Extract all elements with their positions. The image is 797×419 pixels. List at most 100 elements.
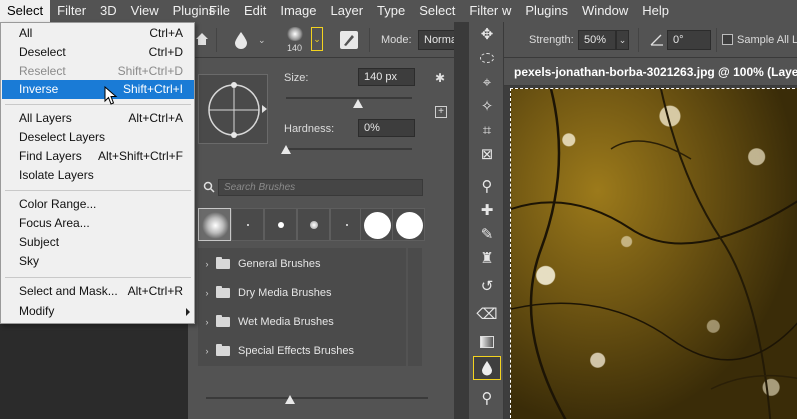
menu-select[interactable]: Select bbox=[412, 0, 462, 22]
menu-layer[interactable]: Layer bbox=[324, 0, 371, 22]
clone-stamp-icon[interactable]: ♜ bbox=[473, 246, 501, 270]
sample-all-layers-checkbox[interactable] bbox=[722, 34, 733, 45]
sample-all-layers-label: Sample All La bbox=[737, 34, 797, 46]
frame-icon[interactable]: ⊠ bbox=[473, 142, 501, 166]
menu-item-inverse[interactable]: Inverse Shift+Ctrl+I bbox=[2, 80, 194, 99]
brush-swatch[interactable] bbox=[392, 208, 425, 241]
menu-select-open[interactable]: Select bbox=[0, 0, 51, 22]
menu-filter[interactable]: Filter bbox=[50, 0, 93, 22]
dodge-icon[interactable]: ⚲ bbox=[473, 386, 501, 410]
menu-help[interactable]: Help bbox=[635, 0, 676, 22]
menu-item-label: Deselect Layers bbox=[19, 130, 106, 144]
hardness-label: Hardness: bbox=[284, 123, 335, 135]
brush-swatch[interactable] bbox=[264, 208, 297, 241]
tiny-brush-icon bbox=[346, 224, 348, 226]
home-icon[interactable] bbox=[194, 31, 210, 47]
brush-swatch[interactable] bbox=[297, 208, 330, 241]
preview-size-slider-knob[interactable] bbox=[285, 395, 296, 404]
menu-item-deselect-layers[interactable]: Deselect Layers bbox=[2, 128, 194, 147]
menu-image[interactable]: Image bbox=[273, 0, 323, 22]
menu-item-label: All bbox=[19, 26, 33, 40]
chevron-right-icon[interactable]: › bbox=[198, 346, 216, 356]
history-brush-icon[interactable]: ↺ bbox=[473, 274, 501, 298]
menu-item-all[interactable]: All Ctrl+A bbox=[2, 24, 194, 43]
crop-icon[interactable]: ⌗ bbox=[473, 118, 501, 142]
brush-picker-toggle[interactable]: ⌄ bbox=[311, 27, 323, 51]
size-field[interactable]: 140 px bbox=[358, 68, 415, 86]
marquee-icon[interactable] bbox=[473, 46, 501, 70]
canvas-area[interactable] bbox=[504, 86, 797, 419]
blur-icon[interactable] bbox=[473, 356, 501, 380]
strength-field[interactable]: 50% bbox=[578, 30, 616, 50]
brush-preset-panel: Size: 140 px ✱ + Hardness: 0% Search Bru… bbox=[188, 58, 454, 419]
angle-icon bbox=[650, 32, 664, 46]
menu-plugins[interactable]: Plugins bbox=[518, 0, 575, 22]
brush-list-scrollbar[interactable] bbox=[408, 248, 422, 366]
tools-panel: ✥ ⌖ ✧ ⌗ ⊠ ⚲ ✚ ✎ ♜ ↺ ⌫ ⚲ bbox=[468, 22, 504, 419]
hardness-slider-track[interactable] bbox=[286, 148, 412, 150]
angle-field[interactable]: 0° bbox=[667, 30, 711, 50]
menu-item-subject[interactable]: Subject bbox=[2, 233, 194, 252]
menu-filter[interactable]: Filter bbox=[462, 0, 505, 22]
blur-tool-preset-icon[interactable] bbox=[234, 31, 248, 49]
options-bar-background: ⌄ 140 ⌄ Mode: Normal bbox=[188, 22, 468, 58]
brush-icon[interactable]: ✎ bbox=[473, 222, 501, 246]
brush-swatch[interactable] bbox=[231, 208, 264, 241]
hardness-field[interactable]: 0% bbox=[358, 119, 415, 137]
preset-chevron-icon[interactable]: ⌄ bbox=[258, 35, 266, 46]
document-tab[interactable]: pexels-jonathan-borba-3021263.jpg @ 100%… bbox=[504, 58, 797, 86]
menu-edit[interactable]: Edit bbox=[237, 0, 273, 22]
chevron-right-icon[interactable]: › bbox=[198, 288, 216, 298]
brush-settings-icon[interactable] bbox=[340, 31, 358, 49]
preview-expand-arrow-icon[interactable] bbox=[262, 105, 267, 113]
menu-item-focus-area[interactable]: Focus Area... bbox=[2, 214, 194, 233]
menu-type[interactable]: Type bbox=[370, 0, 412, 22]
gear-icon[interactable]: ✱ bbox=[435, 71, 445, 85]
menu-item-find-layers[interactable]: Find Layers Alt+Shift+Ctrl+F bbox=[2, 147, 194, 166]
size-slider-knob[interactable] bbox=[352, 99, 363, 108]
size-label: Size: bbox=[284, 72, 309, 84]
magic-wand-icon[interactable]: ✧ bbox=[473, 94, 501, 118]
menu-item-label: Reselect bbox=[19, 64, 66, 78]
brush-swatch[interactable] bbox=[360, 208, 393, 241]
submenu-arrow-icon bbox=[186, 308, 190, 316]
menu-plugins[interactable]: Plugins bbox=[166, 0, 223, 22]
image-canvas[interactable] bbox=[510, 88, 797, 419]
menu-item-sky[interactable]: Sky bbox=[2, 252, 194, 271]
menu-item-color-range[interactable]: Color Range... bbox=[2, 195, 194, 214]
menu-3d[interactable]: 3D bbox=[93, 0, 124, 22]
menu-item-modify[interactable]: Modify bbox=[2, 302, 194, 321]
brush-angle-roundness-preview[interactable] bbox=[198, 74, 268, 144]
healing-brush-icon[interactable]: ✚ bbox=[473, 198, 501, 222]
menu-item-deselect[interactable]: Deselect Ctrl+D bbox=[2, 43, 194, 62]
create-preset-icon[interactable]: + bbox=[435, 106, 447, 118]
select-menu-dropdown: All Ctrl+A Deselect Ctrl+D Reselect Shift+Ctr… bbox=[0, 22, 195, 324]
strength-dropdown-chevron-icon[interactable]: ⌄ bbox=[616, 30, 629, 50]
search-brushes-input[interactable]: Search Brushes bbox=[218, 179, 423, 196]
hard-round-brush-icon bbox=[396, 212, 423, 239]
eraser-icon[interactable]: ⌫ bbox=[473, 302, 501, 326]
list-item[interactable]: › Special Effects Brushes bbox=[198, 336, 406, 365]
menu-item-all-layers[interactable]: All Layers Alt+Ctrl+A bbox=[2, 109, 194, 128]
preview-size-slider-track[interactable] bbox=[206, 397, 428, 399]
gradient-icon[interactable] bbox=[473, 330, 501, 354]
eyedropper-icon[interactable]: ⚲ bbox=[473, 174, 501, 198]
list-item[interactable]: › Dry Media Brushes bbox=[198, 278, 406, 307]
menu-item-select-and-mask[interactable]: Select and Mask... Alt+Ctrl+R bbox=[2, 282, 194, 301]
lasso-icon[interactable]: ⌖ bbox=[473, 70, 501, 94]
menu-view[interactable]: View bbox=[124, 0, 166, 22]
chevron-right-icon[interactable]: › bbox=[198, 259, 216, 269]
menu-separator bbox=[5, 277, 191, 278]
brush-swatch[interactable] bbox=[330, 208, 363, 241]
chevron-right-icon[interactable]: › bbox=[198, 317, 216, 327]
list-item[interactable]: › General Brushes bbox=[198, 249, 406, 278]
list-item[interactable]: › Wet Media Brushes bbox=[198, 307, 406, 336]
move-icon[interactable]: ✥ bbox=[473, 22, 501, 46]
menu-item-isolate-layers[interactable]: Isolate Layers bbox=[2, 166, 194, 185]
menu-window[interactable]: Window bbox=[575, 0, 635, 22]
menu-view-partial[interactable]: w bbox=[500, 0, 518, 22]
hardness-slider-knob[interactable] bbox=[281, 145, 291, 154]
brush-swatch[interactable] bbox=[198, 208, 231, 241]
menu-item-shortcut: Shift+Ctrl+I bbox=[122, 82, 183, 96]
size-slider-track[interactable] bbox=[286, 97, 412, 99]
